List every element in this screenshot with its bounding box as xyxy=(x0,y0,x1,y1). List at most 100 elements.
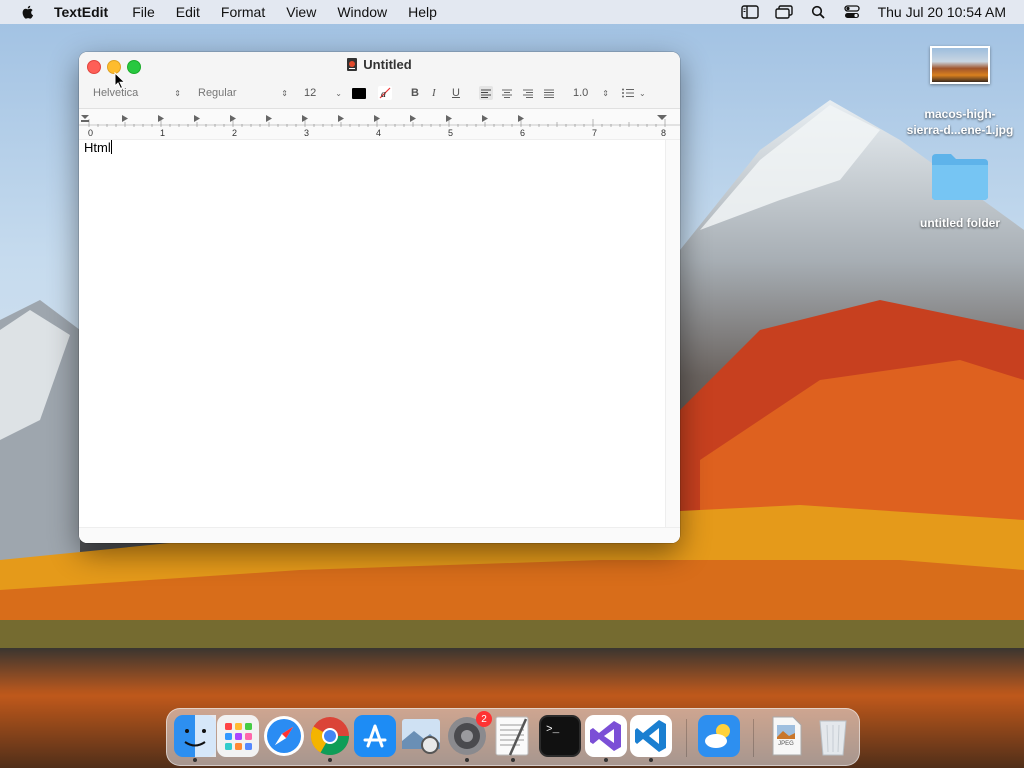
font-family-popup[interactable]: Helvetica ⇕ xyxy=(89,84,185,102)
vscode-icon xyxy=(630,715,672,757)
app-name-menu[interactable]: TextEdit xyxy=(54,4,108,20)
font-style-popup[interactable]: Regular ⇕ xyxy=(194,84,292,102)
dock-app-finder[interactable] xyxy=(174,715,216,757)
dock-separator xyxy=(686,719,687,757)
window-titlebar[interactable]: Untitled Helvetica ⇕ Regular ⇕ 12 ⌄ a B … xyxy=(79,52,680,109)
svg-text:>_: >_ xyxy=(546,724,560,736)
dock-app-safari[interactable] xyxy=(263,715,305,757)
terminal-icon: >_ xyxy=(539,715,581,757)
line-spacing-popup[interactable]: 1.0 ⇕ xyxy=(569,84,613,102)
desktop-folder[interactable]: untitled folder xyxy=(902,150,1018,230)
font-size-combo[interactable]: 12 ⌄ xyxy=(300,84,346,102)
window-title: Untitled xyxy=(79,57,680,72)
underline-button[interactable]: U xyxy=(452,84,460,102)
chevron-down-icon: ⌄ xyxy=(639,88,646,98)
menu-edit[interactable]: Edit xyxy=(176,4,200,20)
control-center-icon[interactable] xyxy=(842,4,862,20)
highlight-color-well[interactable]: a xyxy=(378,84,392,102)
dock-app-app-store[interactable] xyxy=(354,715,396,757)
dock-app-jpeg-document[interactable]: JPEG xyxy=(765,715,807,757)
chrome-icon xyxy=(310,717,350,756)
safari-icon xyxy=(264,716,304,756)
dock-app-vscode[interactable] xyxy=(630,715,672,757)
dock-app-settings[interactable]: 2 xyxy=(446,711,492,757)
dock-app-launchpad[interactable] xyxy=(217,715,259,757)
document-text-area[interactable]: Html xyxy=(79,140,666,528)
dock-app-chrome[interactable] xyxy=(309,715,351,757)
launchpad-icon xyxy=(217,715,259,757)
desktop-file-image[interactable]: macos-high- sierra-d...ene-1.jpg xyxy=(902,46,1018,138)
align-right-button[interactable] xyxy=(521,84,535,102)
italic-button[interactable]: I xyxy=(432,84,436,102)
menu-bar-clock[interactable]: Thu Jul 20 10:54 AM xyxy=(878,4,1006,20)
document-text[interactable]: Html xyxy=(84,140,112,155)
menu-format[interactable]: Format xyxy=(221,4,265,20)
text-caret xyxy=(110,140,112,154)
notification-badge: 2 xyxy=(476,711,492,727)
trash-icon xyxy=(819,720,847,756)
chevron-down-icon: ⌄ xyxy=(335,88,342,98)
textedit-icon xyxy=(495,716,529,756)
justify-icon xyxy=(544,89,554,98)
list-style-popup[interactable]: ⌄ xyxy=(617,84,659,102)
menu-bar: TextEdit File Edit Format View Window He… xyxy=(0,0,1024,24)
menu-view[interactable]: View xyxy=(286,4,316,20)
desktop-file-label-1: macos-high- xyxy=(924,107,996,121)
dock-app-trash[interactable] xyxy=(812,715,854,757)
running-indicator xyxy=(511,758,515,762)
dock-app-textedit[interactable] xyxy=(492,715,534,757)
window-title-text: Untitled xyxy=(363,57,412,72)
spotlight-search-icon[interactable] xyxy=(808,4,828,20)
bold-button[interactable]: B xyxy=(411,84,419,102)
finder-icon xyxy=(174,715,216,757)
ruler-mark-label: 1 xyxy=(160,128,165,138)
popup-arrows-icon: ⇕ xyxy=(281,88,288,98)
line-spacing-value: 1.0 xyxy=(573,87,589,99)
align-left-icon xyxy=(479,86,493,100)
dock-app-terminal[interactable]: >_ xyxy=(539,715,581,757)
image-thumbnail-icon xyxy=(930,46,990,84)
running-indicator xyxy=(328,758,332,762)
font-style-value: Regular xyxy=(198,87,237,99)
dock-app-visual-studio[interactable] xyxy=(585,715,627,757)
textedit-window: Untitled Helvetica ⇕ Regular ⇕ 12 ⌄ a B … xyxy=(79,52,680,543)
ruler-mark-label: 2 xyxy=(232,128,237,138)
weather-icon xyxy=(698,715,740,757)
dock-app-weather[interactable] xyxy=(698,715,740,757)
folder-icon xyxy=(932,154,988,200)
document-text-value: Html xyxy=(84,140,111,155)
vertical-scrollbar[interactable] xyxy=(665,140,680,528)
align-center-button[interactable] xyxy=(500,84,514,102)
mouse-pointer-icon xyxy=(114,72,126,90)
dock-app-preview[interactable] xyxy=(400,715,442,757)
screen-mirroring-icon[interactable] xyxy=(774,4,794,20)
document-icon xyxy=(347,58,358,71)
jpeg-label: JPEG xyxy=(778,741,794,747)
align-center-icon xyxy=(502,89,512,98)
sidebar-status-icon[interactable] xyxy=(740,4,760,20)
menu-window[interactable]: Window xyxy=(337,4,387,20)
desktop-file-label-2: sierra-d...ene-1.jpg xyxy=(906,123,1014,137)
app-store-icon xyxy=(354,715,396,757)
ruler-mark-label: 7 xyxy=(592,128,597,138)
text-color-well[interactable] xyxy=(352,84,366,102)
font-size-value: 12 xyxy=(304,87,317,99)
ruler-mark-label: 5 xyxy=(448,128,453,138)
running-indicator xyxy=(649,758,653,762)
text-color-swatch xyxy=(352,87,366,99)
running-indicator xyxy=(604,758,608,762)
ruler-mark-label: 3 xyxy=(304,128,309,138)
bulleted-list-icon xyxy=(622,88,634,98)
ruler-mark-label: 8 xyxy=(661,128,666,138)
align-left-button[interactable] xyxy=(479,84,493,102)
highlight-color-icon: a xyxy=(378,86,392,100)
apple-menu-icon[interactable] xyxy=(20,4,36,20)
format-toolbar: Helvetica ⇕ Regular ⇕ 12 ⌄ a B I U 1.0 ⇕… xyxy=(79,84,680,104)
menu-file[interactable]: File xyxy=(132,4,155,20)
menu-help[interactable]: Help xyxy=(408,4,437,20)
ruler[interactable]: 0 1 2 3 4 5 6 7 8 xyxy=(79,109,680,140)
justify-button[interactable] xyxy=(542,84,556,102)
ruler-mark-label: 0 xyxy=(88,128,93,138)
ruler-mark-label: 6 xyxy=(520,128,525,138)
align-right-icon xyxy=(523,89,533,98)
